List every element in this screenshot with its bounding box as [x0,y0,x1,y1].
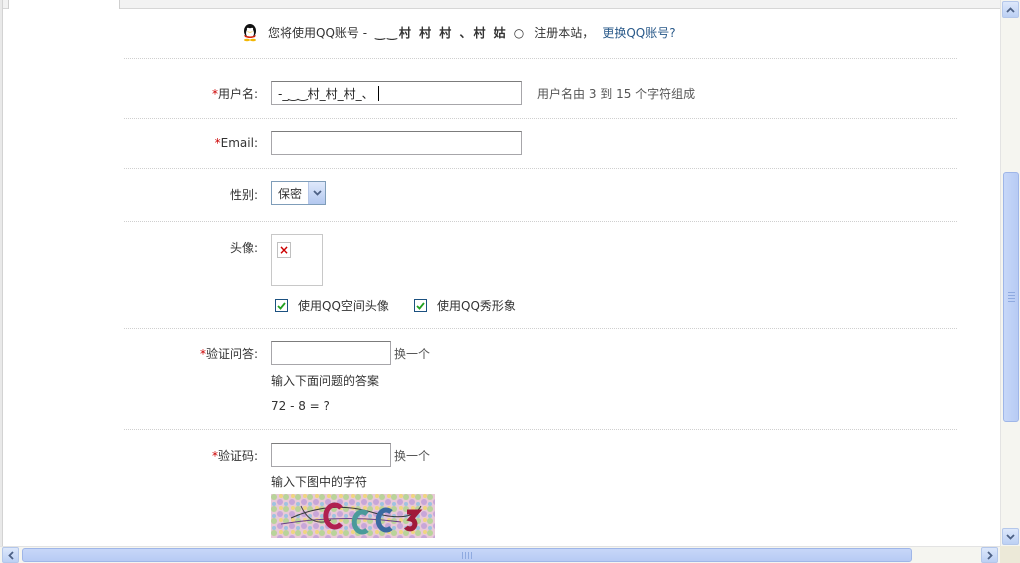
captcha-instruction: 输入下图中的字符 [271,475,368,489]
username-value: -_‿‿村_村_村_、 [278,86,374,101]
captcha-image[interactable] [271,494,435,538]
gender-label: 性别: [229,188,258,202]
use-qzone-avatar-option[interactable]: 使用QQ空间头像 [275,297,389,314]
email-label: *Email: [214,136,258,150]
vertical-scrollbar[interactable] [1000,0,1020,546]
qzone-avatar-checkbox[interactable] [275,299,288,312]
username-input[interactable]: -_‿‿村_村_村_、 [271,81,522,105]
captcha-change-link[interactable]: 换一个 [394,447,430,464]
verification-qa-row: *验证问答: 换一个 输入下面问题的答案 72 - 8 = ? [124,328,957,429]
arrow-up-icon[interactable] [1002,1,1019,18]
check-icon [416,301,425,310]
arrow-right-icon[interactable] [981,547,998,563]
left-frame-edge [0,0,3,546]
username-label: *用户名: [211,87,258,101]
captcha-input[interactable] [271,443,391,467]
horizontal-scroll-thumb[interactable] [22,548,912,562]
qzone-avatar-label: 使用QQ空间头像 [298,299,389,313]
qq-notice-suffix: 注册本站， [534,25,595,40]
qq-account-notice: 您将使用QQ账号 - ‿‿村 村 村 、村 姑 ○ 注册本站， 更换QQ账号? [240,22,676,42]
scrollbar-corner [1000,546,1020,563]
gender-row: 性别: 保密 [124,168,957,221]
qa-answer-input[interactable] [271,341,391,365]
avatar-row: 头像: × 使用QQ空间头像 使用QQ秀形象 [124,221,957,328]
qa-instruction: 输入下面问题的答案 [271,374,380,388]
captcha-label: *验证码: [211,449,258,463]
qq-nickname: ‿‿村 村 村 、村 姑 ○ [375,25,527,40]
qa-label: *验证问答: [199,347,258,361]
qq-notice-prefix: 您将使用QQ账号 - [268,25,368,40]
change-qq-account-link[interactable]: 更换QQ账号? [602,24,675,41]
browser-tab[interactable] [8,0,120,9]
qqshow-label: 使用QQ秀形象 [437,299,516,313]
horizontal-scrollbar[interactable] [0,546,1000,563]
username-hint: 用户名由 3 到 15 个字符组成 [537,87,696,101]
gender-selected-value: 保密 [278,186,303,201]
penguin-icon [244,24,256,42]
username-row: *用户名: -_‿‿村_村_村_、 用户名由 3 到 15 个字符组成 [124,58,957,118]
qqshow-checkbox[interactable] [414,299,427,312]
qa-change-link[interactable]: 换一个 [394,345,430,362]
arrow-down-icon[interactable] [1002,528,1019,545]
captcha-row: *验证码: 换一个 输入下图中的字符 [124,429,957,546]
avatar-label: 头像: [229,241,258,255]
use-qqshow-option[interactable]: 使用QQ秀形象 [414,297,516,314]
arrow-left-icon[interactable] [2,547,19,563]
vertical-scroll-thumb[interactable] [1003,172,1019,422]
page-content: 您将使用QQ账号 - ‿‿村 村 村 、村 姑 ○ 注册本站， 更换QQ账号? … [0,0,1000,546]
check-icon [277,301,286,310]
email-row: *Email: [124,118,957,168]
email-input[interactable] [271,131,522,155]
gender-select[interactable]: 保密 [271,181,326,205]
chevron-down-icon[interactable] [308,182,325,204]
broken-image-icon: × [277,242,291,258]
top-tab-strip [0,0,1000,9]
avatar-preview: × [271,234,323,286]
qa-question: 72 - 8 = ? [271,399,330,413]
text-caret [377,85,379,101]
